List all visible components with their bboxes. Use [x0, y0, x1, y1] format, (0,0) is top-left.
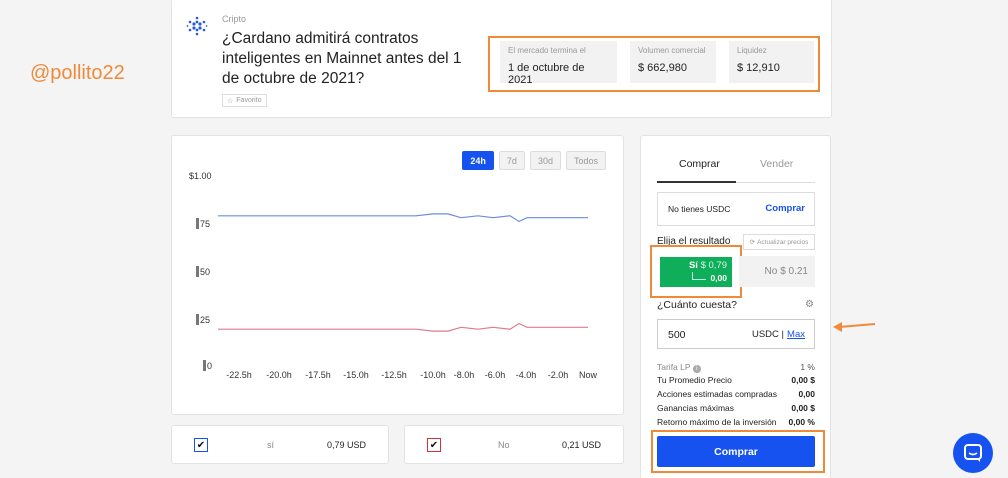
stat-value: $ 662,980: [638, 62, 687, 74]
outcome-price: 0,79 USD: [326, 440, 366, 450]
watermark-text: @pollito22: [30, 62, 125, 84]
favorite-label: Favorito: [236, 97, 262, 104]
update-prices-button[interactable]: ⟳ Actualizar precios: [743, 234, 815, 250]
market-stats: El mercado termina el 1 de octubre de 20…: [488, 36, 820, 92]
summary-label: Retorno máximo de la inversión: [657, 417, 777, 427]
max-button[interactable]: Max: [787, 329, 805, 340]
no-outcome-button[interactable]: No $ 0.21: [739, 256, 815, 287]
update-prices-label: Actualizar precios: [757, 238, 809, 246]
tab-sell[interactable]: Vender: [760, 158, 793, 170]
summary-value: 0,00: [798, 389, 815, 399]
buy-highlight: Comprar: [651, 430, 825, 473]
summary-row: Acciones estimadas compradas 0,00: [657, 389, 815, 399]
outcome-price: 0,21 USD: [561, 440, 601, 450]
yes-label: Sí: [688, 260, 698, 271]
amount-value: 500: [668, 329, 686, 341]
outcome-name: No: [498, 440, 510, 450]
outcome-card-no[interactable]: ✔ No 0,21 USD: [404, 425, 624, 464]
market-question: ¿Cardano admitirá contratos inteligentes…: [222, 30, 462, 87]
market-category: Cripto: [222, 14, 247, 24]
info-icon[interactable]: i: [692, 365, 701, 373]
summary-row: Tu Promedio Precio 0,00 $: [657, 375, 815, 385]
price-chart-card: 24h 7d 30d Todos $1.00 75 50 25 0 -22.5h…: [171, 135, 624, 415]
trade-panel: Comprar Vender No tienes USDC Comprar El…: [640, 135, 831, 478]
stat-label: Liquidez: [737, 46, 767, 55]
checkbox-yes[interactable]: ✔: [194, 438, 208, 452]
currency-label: USDC |: [751, 329, 784, 340]
annotation-arrow-icon: [833, 322, 876, 332]
refresh-icon: ⟳: [749, 239, 756, 246]
stat-label: Volumen comercial: [638, 46, 706, 55]
yes-highlight: Sí $ 0,79 0,00: [650, 245, 742, 298]
check-icon: ✔: [429, 439, 439, 451]
line-plot: [218, 213, 588, 332]
tab-buy[interactable]: Comprar: [679, 158, 720, 170]
yes-price: $ 0,79: [700, 260, 727, 271]
favorite-button[interactable]: ☆ Favorito: [222, 94, 267, 107]
summary-row: Retorno máximo de la inversión 0,00 %: [657, 417, 815, 427]
series-line-0: [218, 213, 588, 223]
stat-label: El mercado termina el: [508, 46, 586, 55]
outcome-card-yes[interactable]: ✔ sí 0,79 USD: [171, 425, 389, 464]
summary-label: Ganancias máximas: [657, 403, 735, 413]
lp-fee-row: Tarifa LP i 1 %: [657, 362, 815, 373]
summary-label: Tu Promedio Precio: [657, 375, 732, 385]
gear-icon[interactable]: ⚙: [805, 299, 814, 310]
no-label: No: [764, 266, 778, 277]
balance-box: No tienes USDC Comprar: [657, 192, 815, 226]
outcome-name: sí: [267, 440, 275, 450]
buy-usdc-link[interactable]: Comprar: [765, 203, 805, 214]
no-price: $ 0.21: [780, 266, 808, 277]
chat-icon: [964, 444, 982, 462]
stat-liquidity: Liquidez $ 12,910: [729, 41, 814, 83]
tab-underline: [657, 181, 815, 183]
cost-label: ¿Cuánto cuesta?: [657, 299, 737, 311]
summary-value: 0,00 $: [791, 375, 815, 385]
amount-input[interactable]: 500 USDC | Max: [657, 319, 815, 349]
summary-value: 0,00 %: [788, 417, 815, 427]
summary-value: 0,00 $: [791, 403, 815, 413]
lp-fee-value: 1 %: [800, 362, 815, 372]
stat-value: $ 12,910: [737, 62, 780, 74]
balance-text: No tienes USDC: [668, 204, 731, 214]
yes-outcome-button[interactable]: Sí $ 0,79 0,00: [660, 257, 732, 287]
check-icon: ✔: [196, 439, 206, 451]
stat-value: 1 de octubre de 2021: [508, 62, 585, 86]
lp-fee-label: Tarifa LP: [657, 362, 691, 372]
chat-button[interactable]: [953, 433, 993, 473]
summary-label: Acciones estimadas compradas: [657, 389, 778, 399]
stat-end-date: El mercado termina el 1 de octubre de 20…: [500, 41, 617, 86]
stat-volume: Volumen comercial $ 662,980: [630, 41, 716, 83]
yes-shares: 0,00: [710, 273, 727, 283]
market-header-card: Cripto ¿Cardano admitirá contratos intel…: [171, 0, 832, 118]
mini-chart-icon: [692, 272, 706, 280]
cardano-logo-icon: [186, 16, 208, 36]
summary-row: Ganancias máximas 0,00 $: [657, 403, 815, 413]
buy-button[interactable]: Comprar: [657, 436, 815, 467]
checkbox-no[interactable]: ✔: [427, 438, 441, 452]
star-icon: ☆: [227, 97, 234, 105]
series-line-1: [218, 322, 588, 332]
